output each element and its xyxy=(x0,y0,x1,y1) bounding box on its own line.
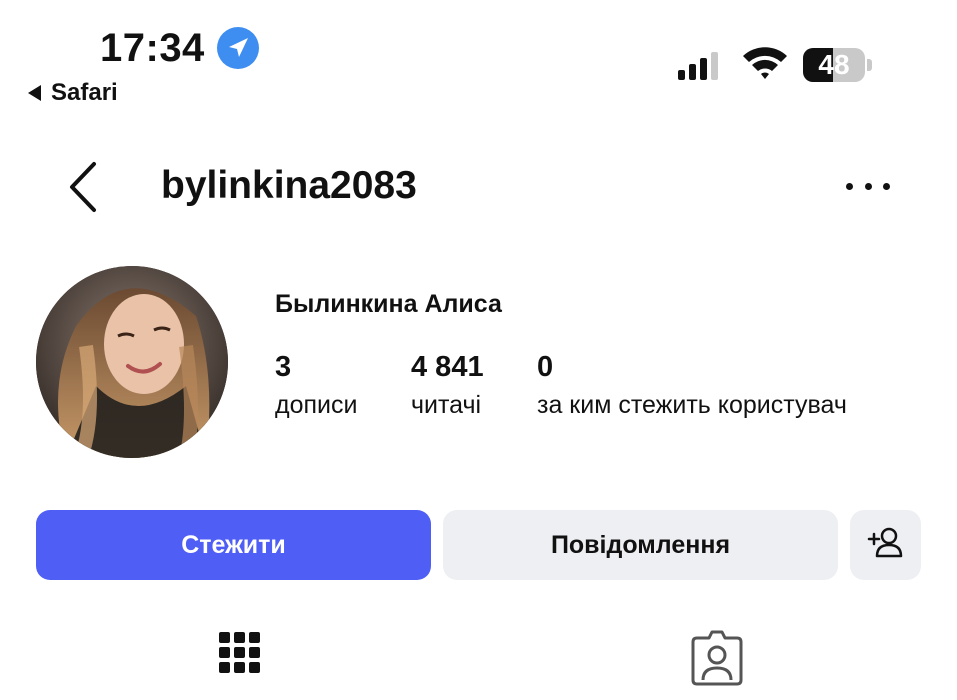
cellular-signal-icon xyxy=(678,52,718,80)
battery-indicator: 48 xyxy=(803,48,873,82)
follow-button[interactable]: Стежити xyxy=(36,510,431,580)
message-button[interactable]: Повідомлення xyxy=(443,510,838,580)
location-arrow-icon xyxy=(217,27,259,69)
back-app-label: Safari xyxy=(51,79,118,106)
status-time: 17:34 xyxy=(100,26,205,70)
wifi-icon xyxy=(741,44,789,80)
back-triangle-icon xyxy=(28,85,41,101)
chevron-left-icon[interactable] xyxy=(64,160,104,214)
stat-value: 0 xyxy=(537,351,554,383)
stat-label: за ким стежить користувач xyxy=(537,391,847,419)
full-name: Былинкина Алиса xyxy=(275,290,502,318)
avatar[interactable] xyxy=(36,266,228,458)
stat-value: 3 xyxy=(275,351,292,383)
more-dots-icon[interactable] xyxy=(846,176,890,196)
stat-following[interactable]: 0 за ким стежить користувач xyxy=(537,350,847,422)
suggest-people-button[interactable] xyxy=(850,510,921,580)
battery-percent: 48 xyxy=(818,49,850,80)
grid-icon[interactable] xyxy=(219,632,261,684)
stat-posts[interactable]: 3 дописи xyxy=(275,350,357,422)
profile-username: bylinkina2083 xyxy=(161,164,417,207)
add-person-icon xyxy=(867,526,905,565)
stat-followers[interactable]: 4 841 читачі xyxy=(411,350,484,422)
stat-label: читачі xyxy=(411,391,482,419)
back-to-app-link[interactable]: Safari xyxy=(28,80,118,106)
stat-value: 4 841 xyxy=(411,351,484,383)
stat-label: дописи xyxy=(275,391,358,419)
tagged-person-icon[interactable] xyxy=(691,628,743,686)
